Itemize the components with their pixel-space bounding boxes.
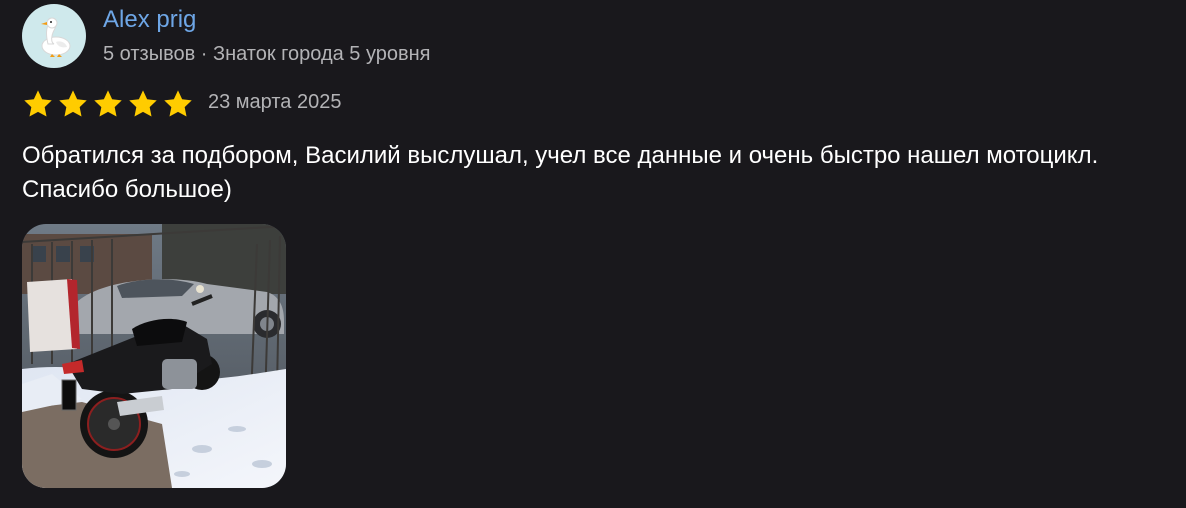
star-icon: [59, 90, 87, 117]
motorcycle-photo-image: [22, 224, 286, 488]
star-icon: [94, 90, 122, 117]
rating-row: 23 марта 2025: [22, 86, 341, 122]
review-date: 23 марта 2025: [208, 91, 342, 113]
review-photo[interactable]: [22, 224, 286, 488]
star-icon: [129, 90, 157, 117]
avatar[interactable]: [22, 4, 86, 68]
author-name[interactable]: Alex prig: [103, 4, 196, 36]
star-rating: [22, 88, 194, 120]
review-text: Обратился за подбором, Василий выслушал,…: [22, 142, 1099, 203]
goose-icon: [41, 17, 71, 57]
star-icon: [24, 90, 52, 117]
star-icon: [164, 90, 192, 117]
review-card: Alex prig 5 отзывов · Знаток города 5 ур…: [0, 0, 1186, 508]
author-meta: 5 отзывов · Знаток города 5 уровня: [103, 43, 431, 65]
